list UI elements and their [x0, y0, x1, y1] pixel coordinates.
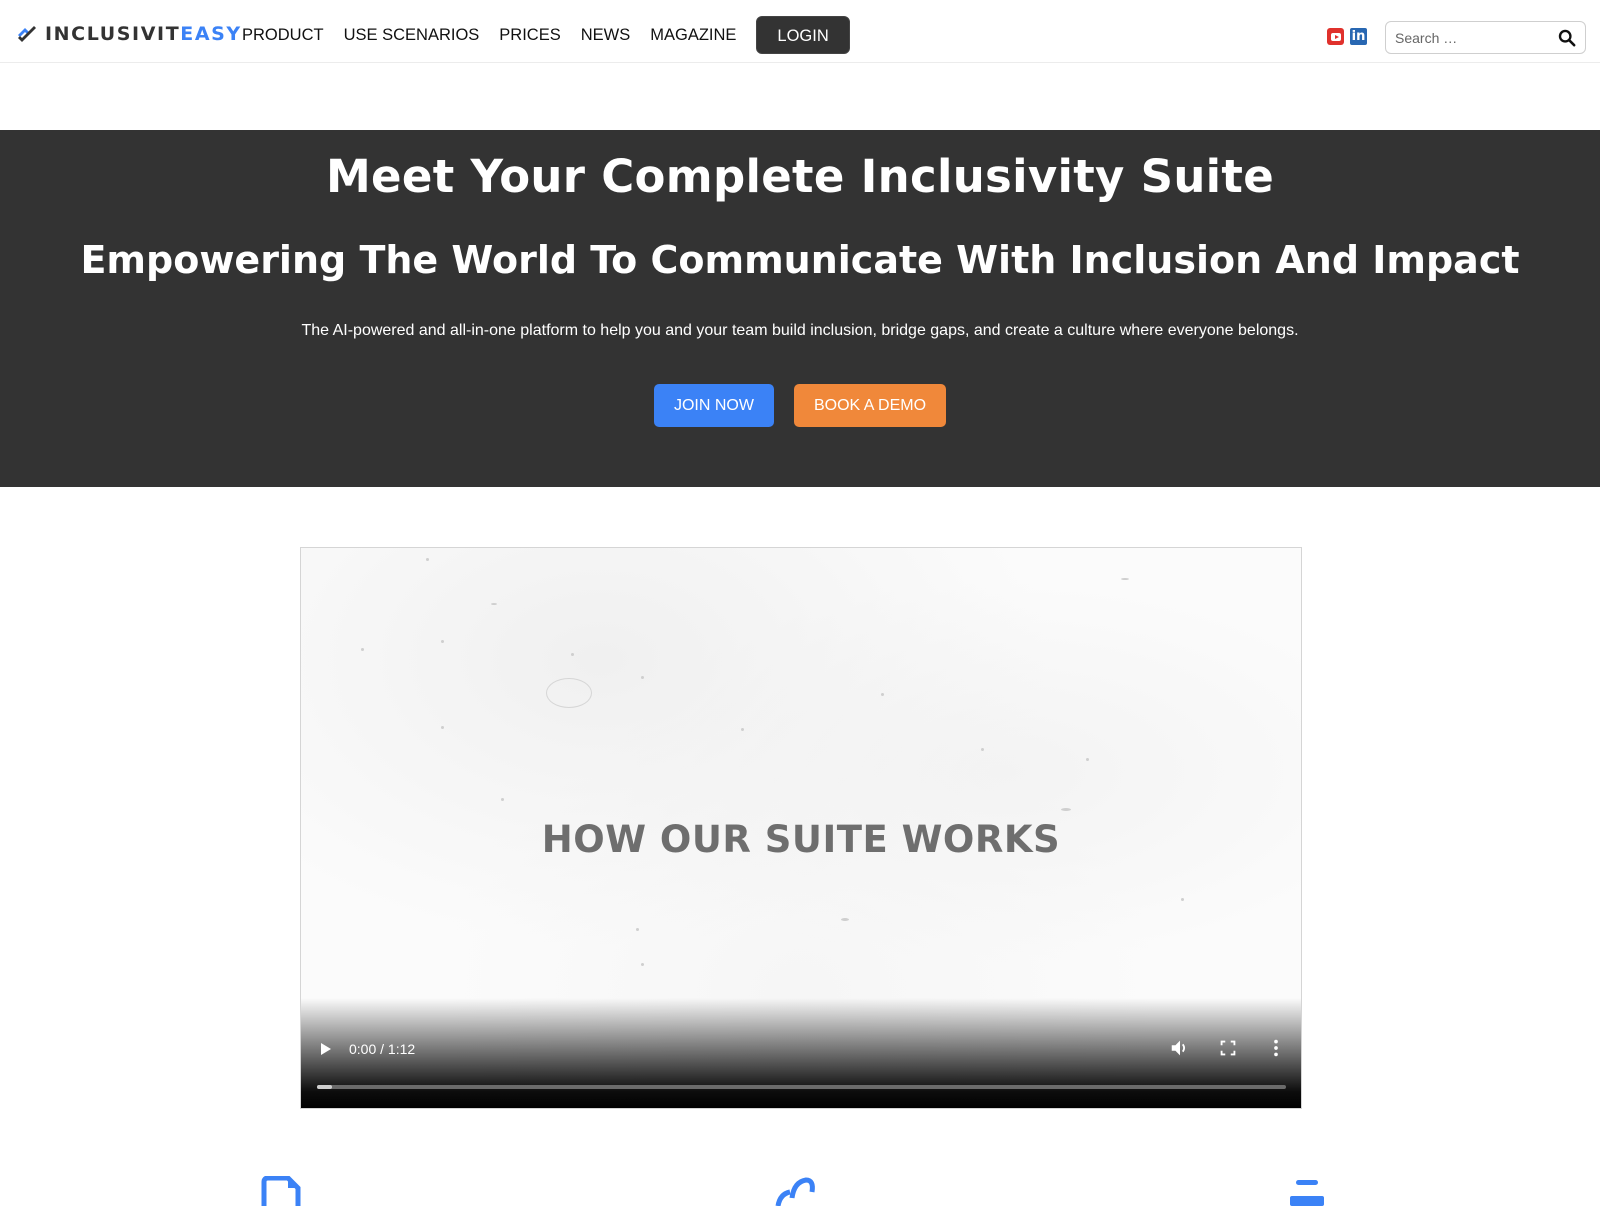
search-input[interactable] — [1395, 28, 1545, 48]
list-icon — [1290, 1180, 1324, 1206]
video-controls-overlay — [301, 998, 1301, 1108]
video-progress-bar[interactable] — [317, 1085, 1286, 1089]
logo-text-prefix: INCLUSIVIT — [45, 23, 181, 45]
social-links: in — [1327, 28, 1367, 45]
link-icon — [775, 1177, 815, 1206]
nav-prices[interactable]: PRICES — [499, 26, 560, 45]
play-icon[interactable] — [321, 1043, 331, 1055]
site-header: INCLUSIVITEASY PRODUCT USE SCENARIOS PRI… — [0, 0, 1600, 63]
hero-subtitle: Empowering The World To Communicate With… — [80, 238, 1520, 282]
document-icon — [261, 1176, 301, 1206]
hero-buttons: JOIN NOW BOOK A DEMO — [0, 384, 1600, 427]
youtube-icon[interactable] — [1327, 28, 1344, 45]
logo[interactable]: INCLUSIVITEASY — [15, 20, 242, 48]
search-icon[interactable] — [1558, 29, 1576, 47]
checkmark-logo-icon — [18, 26, 36, 42]
video-overlay-title: HOW OUR SUITE WORKS — [541, 818, 1061, 861]
nav-product[interactable]: PRODUCT — [242, 26, 324, 45]
hero-section: Meet Your Complete Inclusivity Suite Emp… — [0, 130, 1600, 487]
main-nav: PRODUCT USE SCENARIOS PRICES NEWS MAGAZI… — [242, 16, 850, 54]
search-box — [1385, 21, 1586, 54]
nav-news[interactable]: NEWS — [581, 26, 631, 45]
join-now-button[interactable]: JOIN NOW — [653, 384, 774, 427]
fullscreen-icon[interactable] — [1217, 1037, 1239, 1059]
video-player[interactable]: HOW OUR SUITE WORKS 0:00 / 1:12 — [300, 547, 1302, 1109]
volume-icon[interactable] — [1169, 1037, 1191, 1059]
video-progress-fill — [317, 1085, 332, 1089]
hero-title: Meet Your Complete Inclusivity Suite — [325, 150, 1275, 203]
video-time: 0:00 / 1:12 — [349, 1041, 416, 1057]
nav-use-scenarios[interactable]: USE SCENARIOS — [344, 26, 480, 45]
logo-text-accent: EASY — [180, 23, 242, 45]
login-button[interactable]: LOGIN — [756, 16, 850, 54]
nav-magazine[interactable]: MAGAZINE — [650, 26, 736, 45]
linkedin-icon[interactable]: in — [1350, 28, 1367, 45]
more-options-icon[interactable] — [1265, 1037, 1287, 1059]
hero-description: The AI-powered and all-in-one platform t… — [301, 322, 1299, 339]
book-demo-button[interactable]: BOOK A DEMO — [793, 384, 947, 427]
logo-text: INCLUSIVITEASY — [45, 23, 242, 45]
